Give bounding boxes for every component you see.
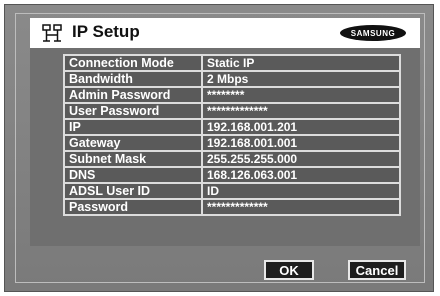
setting-value[interactable]: 168.126.063.001 xyxy=(201,166,401,184)
setting-value[interactable]: 255.255.255.000 xyxy=(201,150,401,168)
row-gateway[interactable]: Gateway 192.168.001.001 xyxy=(63,134,401,152)
row-admin-password[interactable]: Admin Password ******** xyxy=(63,86,401,104)
setting-label: Gateway xyxy=(63,134,203,152)
samsung-logo: SAMSUNG xyxy=(340,25,406,41)
network-setup-icon xyxy=(42,24,62,42)
row-user-password[interactable]: User Password ************* xyxy=(63,102,401,120)
cancel-button[interactable]: Cancel xyxy=(348,260,406,280)
dialog-header: IP Setup SAMSUNG xyxy=(30,18,420,48)
settings-panel: Connection Mode Static IP Bandwidth 2 Mb… xyxy=(30,48,420,246)
row-adsl-user-id[interactable]: ADSL User ID ID xyxy=(63,182,401,200)
setting-label: Password xyxy=(63,198,203,216)
setting-label: Bandwidth xyxy=(63,70,203,88)
setting-label: User Password xyxy=(63,102,203,120)
row-ip[interactable]: IP 192.168.001.201 xyxy=(63,118,401,136)
settings-table: Connection Mode Static IP Bandwidth 2 Mb… xyxy=(63,54,401,216)
row-subnet-mask[interactable]: Subnet Mask 255.255.255.000 xyxy=(63,150,401,168)
setting-label: Connection Mode xyxy=(63,54,203,72)
setting-label: Admin Password xyxy=(63,86,203,104)
setting-label: IP xyxy=(63,118,203,136)
setting-value[interactable]: 2 Mbps xyxy=(201,70,401,88)
setting-value[interactable]: ************* xyxy=(201,102,401,120)
setting-label: DNS xyxy=(63,166,203,184)
dialog-title: IP Setup xyxy=(72,22,140,41)
row-password[interactable]: Password ************* xyxy=(63,198,401,216)
row-dns[interactable]: DNS 168.126.063.001 xyxy=(63,166,401,184)
setting-value[interactable]: ******** xyxy=(201,86,401,104)
setting-value[interactable]: ************* xyxy=(201,198,401,216)
setting-value[interactable]: ID xyxy=(201,182,401,200)
row-bandwidth[interactable]: Bandwidth 2 Mbps xyxy=(63,70,401,88)
ok-button[interactable]: OK xyxy=(264,260,314,280)
setting-label: Subnet Mask xyxy=(63,150,203,168)
setting-value[interactable]: Static IP xyxy=(201,54,401,72)
setting-label: ADSL User ID xyxy=(63,182,203,200)
setting-value[interactable]: 192.168.001.201 xyxy=(201,118,401,136)
setting-value[interactable]: 192.168.001.001 xyxy=(201,134,401,152)
row-connection-mode[interactable]: Connection Mode Static IP xyxy=(63,54,401,72)
